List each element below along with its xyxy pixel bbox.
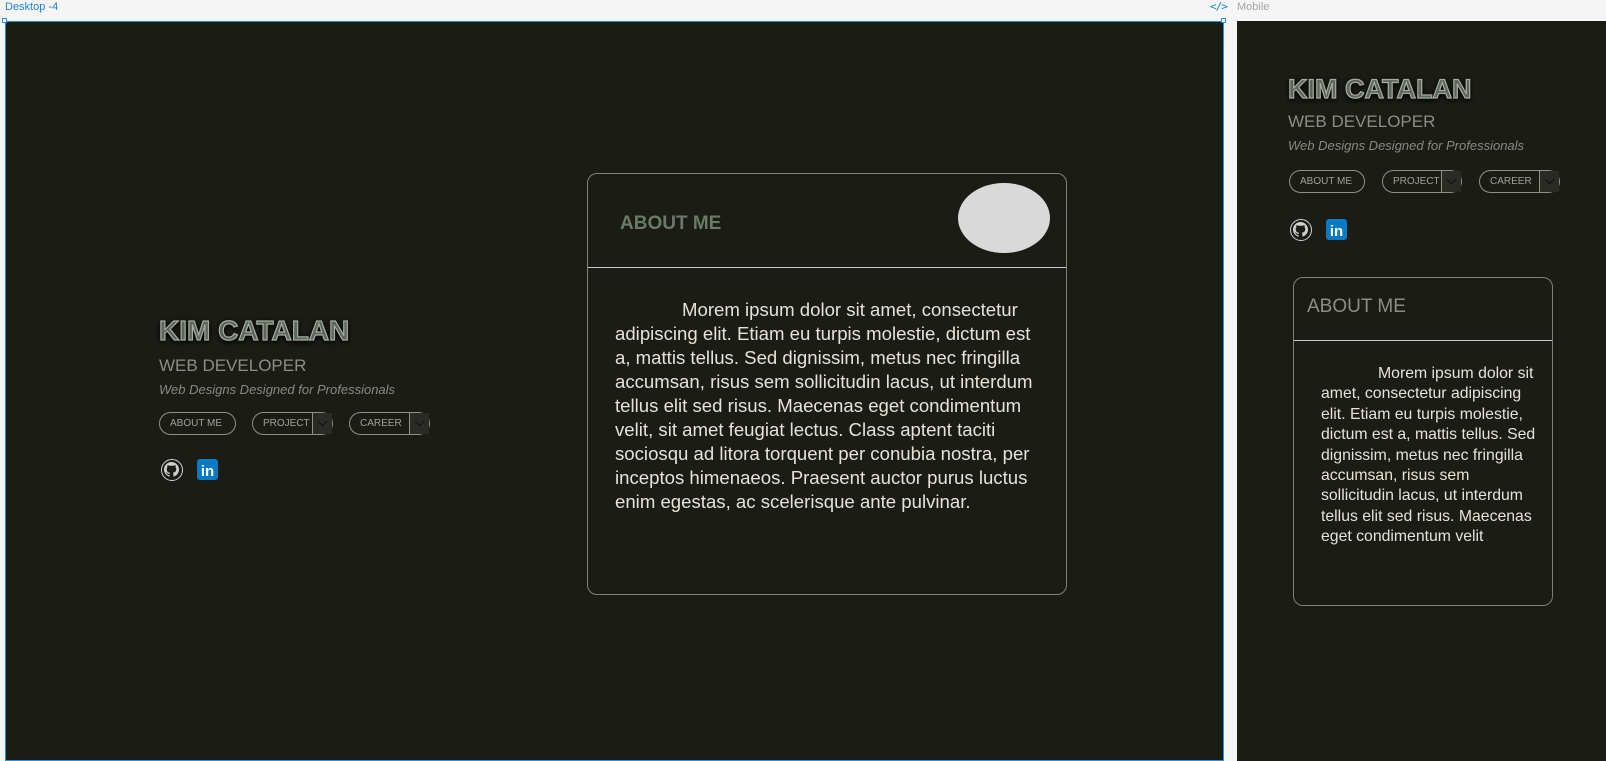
chevron-down-icon [317,416,328,427]
github-icon[interactable] [1290,219,1312,241]
about-card-title: ABOUT ME [620,213,722,234]
about-card-body: Morem ipsum dolor sit amet, consectetur … [1321,365,1536,546]
chevron-down-icon [414,416,425,427]
about-card: ABOUT ME Morem ipsum dolor sit amet, con… [1293,277,1553,606]
selection-handle[interactable] [1221,18,1226,23]
selection-handle[interactable] [2,18,7,23]
project-button[interactable]: PROJECT [252,412,333,435]
about-me-button[interactable]: ABOUT ME [1289,170,1365,193]
about-me-label: ABOUT ME [1300,176,1353,187]
desktop-frame: KIM CATALAN WEB DEVELOPER Web Designs De… [5,21,1224,761]
project-label: PROJECT [1393,176,1440,187]
linkedin-text: in [200,463,215,480]
project-dropdown[interactable] [312,413,332,434]
career-label: CAREER [360,418,402,429]
career-button[interactable]: CAREER [1479,170,1560,193]
project-dropdown[interactable] [1441,171,1461,192]
about-card-title: ABOUT ME [1307,296,1406,317]
career-dropdown[interactable] [1539,171,1559,192]
hero-title: WEB DEVELOPER [1288,112,1436,131]
project-label: PROJECT [263,418,310,429]
github-icon[interactable] [161,459,183,481]
desktop-frame-label[interactable]: Desktop -4 [5,1,58,13]
about-card-header: ABOUT ME [1294,278,1552,341]
chevron-down-icon [1544,174,1555,185]
chevron-down-icon [1446,174,1457,185]
career-label: CAREER [1490,176,1532,187]
mobile-frame: KIM CATALAN WEB DEVELOPER Web Designs De… [1237,21,1606,761]
linkedin-text: in [1329,223,1344,240]
about-me-button[interactable]: ABOUT ME [159,412,236,435]
hero-name: KIM CATALAN [158,314,350,346]
about-card: ABOUT ME Morem ipsum dolor sit amet, con… [587,173,1067,595]
career-dropdown[interactable] [409,413,429,434]
career-button[interactable]: CAREER [349,412,430,435]
about-card-body: Morem ipsum dolor sit amet, consectetur … [615,299,1033,512]
hero-title: WEB DEVELOPER [159,356,307,375]
hero-tagline: Web Designs Designed for Professionals [1288,138,1525,153]
linkedin-icon[interactable]: in [197,459,218,480]
code-icon[interactable]: </> [1210,0,1228,13]
about-me-label: ABOUT ME [170,418,223,429]
linkedin-icon[interactable]: in [1326,219,1347,240]
about-card-header: ABOUT ME [588,174,1066,268]
hero-name: KIM CATALAN [1287,73,1472,104]
avatar [958,183,1050,253]
hero-tagline: Web Designs Designed for Professionals [159,382,396,397]
project-button[interactable]: PROJECT [1382,170,1462,193]
mobile-frame-label[interactable]: Mobile [1237,1,1269,13]
